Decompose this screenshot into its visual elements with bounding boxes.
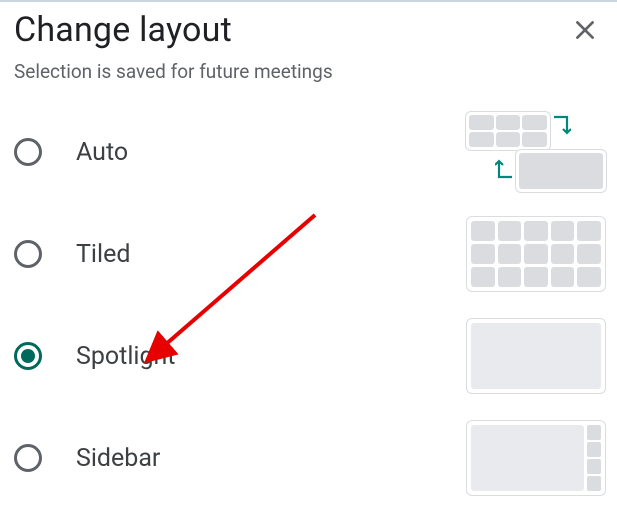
layout-option-sidebar[interactable]: Sidebar [14, 407, 607, 509]
radio-tiled[interactable] [14, 240, 42, 268]
radio-spotlight[interactable] [14, 342, 42, 370]
close-icon [572, 17, 598, 43]
preview-sidebar-icon [465, 417, 607, 499]
preview-tiled-icon [465, 213, 607, 295]
option-label-auto: Auto [76, 138, 128, 167]
option-label-tiled: Tiled [76, 240, 130, 269]
dialog-subtitle: Selection is saved for future meetings [0, 50, 617, 101]
dialog-title: Change layout [14, 10, 232, 50]
radio-sidebar[interactable] [14, 444, 42, 472]
layout-options: Auto Tiled [0, 101, 617, 509]
layout-option-tiled[interactable]: Tiled [14, 203, 607, 305]
option-label-spotlight: Spotlight [76, 342, 175, 371]
layout-option-spotlight[interactable]: Spotlight [14, 305, 607, 407]
option-label-sidebar: Sidebar [76, 444, 160, 473]
radio-auto[interactable] [14, 138, 42, 166]
close-button[interactable] [567, 12, 603, 48]
layout-option-auto[interactable]: Auto [14, 101, 607, 203]
preview-auto-icon [465, 111, 607, 193]
preview-spotlight-icon [465, 315, 607, 397]
